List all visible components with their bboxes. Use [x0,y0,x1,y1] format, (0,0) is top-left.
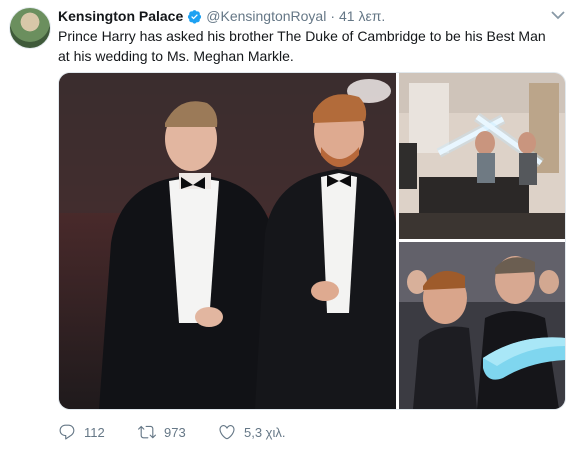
heart-icon [219,425,235,440]
tweet-actions: 112 973 5,3 χιλ. [58,422,318,442]
photo-lightsabers-art [399,73,565,239]
author-handle[interactable]: @KensingtonRoyal [206,8,326,24]
reply-icon [59,424,75,440]
separator-dot: · [330,8,335,24]
author-name[interactable]: Kensington Palace [58,8,183,24]
timestamp[interactable]: 41 λεπ. [339,8,385,24]
photo-crowd[interactable] [399,242,565,409]
retweet-icon [138,425,156,439]
verified-badge-icon [188,9,202,24]
avatar[interactable] [9,7,51,49]
tweet-header: Kensington Palace @KensingtonRoyal · 41 … [58,7,385,25]
reply-count: 112 [84,424,105,440]
photo-princes-art [59,73,396,409]
media-grid [58,72,566,410]
photo-princes[interactable] [59,73,396,409]
tweet-text: Prince Harry has asked his brother The D… [58,28,546,64]
like-button[interactable]: 5,3 χιλ. [218,423,318,441]
photo-crowd-art [399,242,565,409]
chevron-down-icon[interactable] [551,10,565,20]
retweet-button[interactable]: 973 [138,423,218,441]
like-count: 5,3 χιλ. [244,424,286,440]
photo-lightsabers[interactable] [399,73,565,239]
reply-button[interactable]: 112 [58,423,138,441]
retweet-count: 973 [164,424,186,440]
